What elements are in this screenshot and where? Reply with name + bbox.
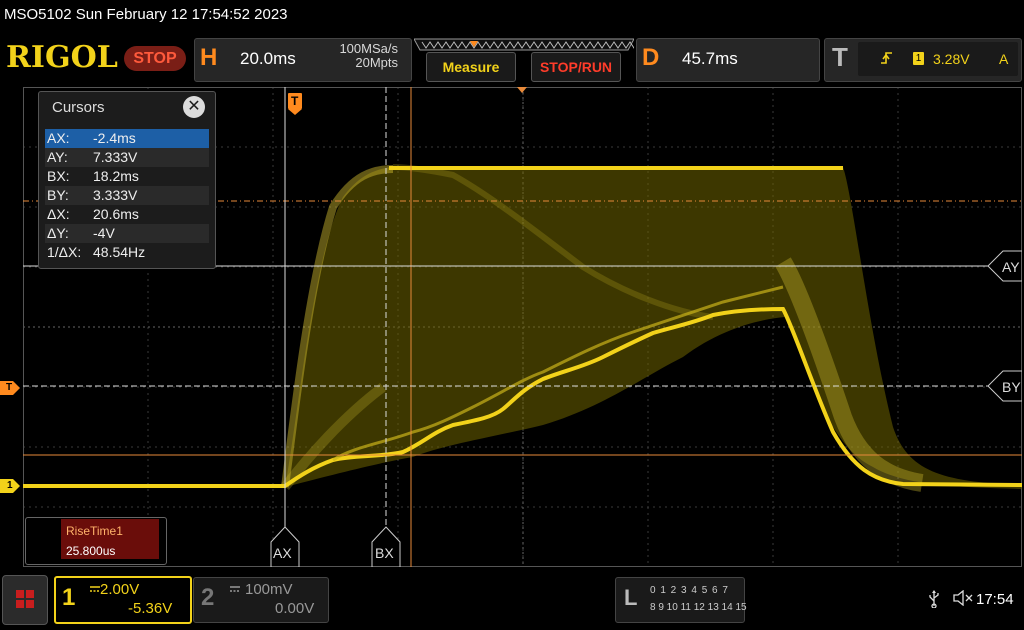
channel-2-offset: 0.00V xyxy=(275,600,315,617)
cursor-key: BY: xyxy=(47,187,69,203)
grid-menu-icon xyxy=(16,590,34,608)
delay-key: D xyxy=(642,44,660,71)
cursor-row-dy: ΔY: -4V xyxy=(45,224,209,243)
cursor-row-bx[interactable]: BX: 18.2ms xyxy=(45,167,209,186)
cursor-bx-label[interactable]: BX xyxy=(375,545,394,561)
measure-button[interactable]: Measure xyxy=(426,52,516,82)
trigger-mode: A xyxy=(999,51,1009,67)
cursor-value: 7.333V xyxy=(93,149,138,165)
cursor-value: 20.6ms xyxy=(93,206,139,222)
cursor-ay-label[interactable]: AY xyxy=(1002,259,1020,275)
cursor-value: -2.4ms xyxy=(93,130,136,146)
cursor-ax-label[interactable]: AX xyxy=(273,545,292,561)
cursor-row-inv-dx: 1/ΔX: 48.54Hz xyxy=(45,243,209,262)
acquisition-info: 100MSa/s 20Mpts xyxy=(322,42,398,70)
speaker-muted-icon[interactable] xyxy=(952,590,974,606)
trigger-position-label: T xyxy=(291,94,299,108)
ch1-ground-label: 1 xyxy=(7,480,13,491)
cursors-title: Cursors xyxy=(52,99,105,116)
cursor-value: 48.54Hz xyxy=(93,244,146,260)
cursor-key: ΔX: xyxy=(47,206,70,222)
cursor-key: BX: xyxy=(47,168,70,184)
system-clock: 17:54 xyxy=(976,591,1014,608)
channel-2-scale: 100mV xyxy=(245,581,293,598)
trigger-level: 3.28V xyxy=(933,51,970,67)
close-icon[interactable]: ✕ xyxy=(183,96,205,118)
channel-1-scale: 2.00V xyxy=(100,581,140,598)
horizontal-key: H xyxy=(200,44,218,71)
rising-edge-icon xyxy=(881,52,892,64)
trigger-source-badge: 1 xyxy=(913,52,924,65)
delay-value: 45.7ms xyxy=(682,49,738,68)
main-menu-button[interactable] xyxy=(2,575,48,625)
trigger-key: T xyxy=(832,42,848,72)
run-state-badge[interactable]: STOP xyxy=(124,46,186,71)
cursor-row-ax[interactable]: AX: -2.4ms xyxy=(45,129,209,148)
cursor-by-label[interactable]: BY xyxy=(1002,379,1021,395)
channel-1-number: 1 xyxy=(62,584,76,611)
timebase-value: 20.0ms xyxy=(240,49,296,68)
cursor-key: AX: xyxy=(47,130,70,146)
rigol-logo: RIGOL xyxy=(6,40,118,75)
logic-key: L xyxy=(624,585,638,610)
cursor-key: ΔY: xyxy=(47,225,69,241)
cursor-row-ay[interactable]: AY: 7.333V xyxy=(45,148,209,167)
memory-map-bar xyxy=(414,38,634,51)
trigger-level-label: T xyxy=(6,382,13,393)
cursor-value: 3.333V xyxy=(93,187,138,203)
cursor-row-by[interactable]: BY: 3.333V xyxy=(45,186,209,205)
cursor-key: 1/ΔX: xyxy=(47,244,82,260)
memory-depth: 20Mpts xyxy=(355,55,398,70)
cursor-value: -4V xyxy=(93,225,115,241)
status-line: MSO5102 Sun February 12 17:54:52 2023 xyxy=(4,6,288,23)
dc-coupling-icon xyxy=(90,586,100,592)
channel-2-number: 2 xyxy=(201,584,215,611)
cursor-value: 18.2ms xyxy=(93,168,139,184)
logic-channels-row1: 0 1 2 3 4 5 6 7 xyxy=(650,585,729,596)
usb-icon xyxy=(929,590,939,608)
logic-channels-row2: 8 9 10 11 12 13 14 15 xyxy=(650,602,747,613)
sample-rate: 100MSa/s xyxy=(339,41,398,56)
measurement-name: RiseTime1 xyxy=(66,524,123,538)
channel-1-offset: -5.36V xyxy=(128,600,173,617)
cursor-key: AY: xyxy=(47,149,68,165)
stop-run-button[interactable]: STOP/RUN xyxy=(531,52,621,82)
dc-coupling-icon xyxy=(230,586,240,592)
cursor-row-dx: ΔX: 20.6ms xyxy=(45,205,209,224)
measurement-value: 25.800us xyxy=(66,544,116,558)
